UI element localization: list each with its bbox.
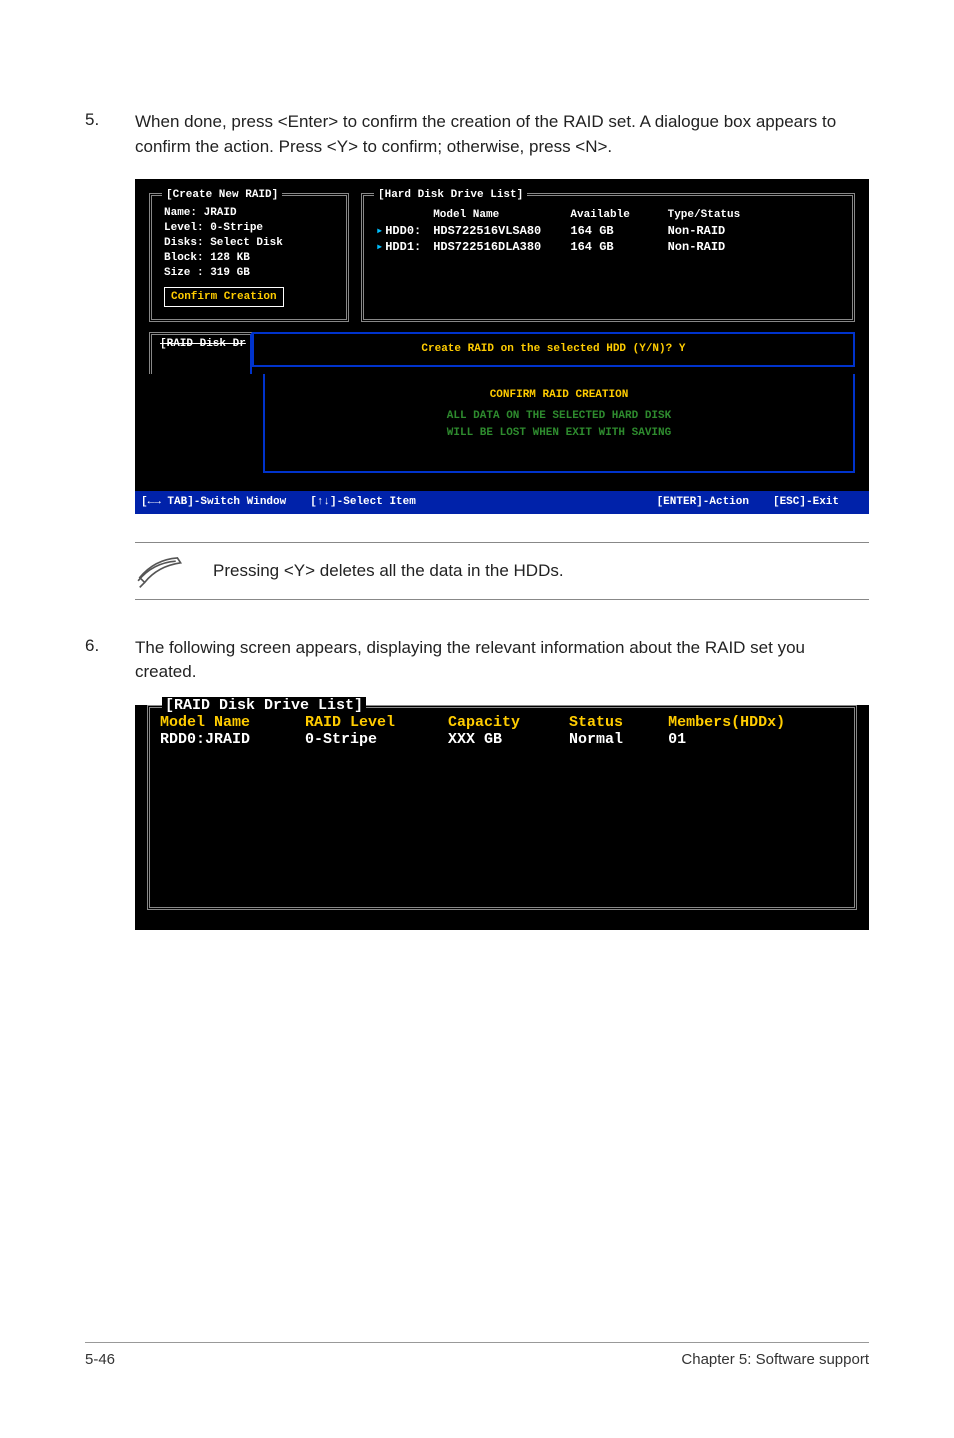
page-number: 5-46 — [85, 1351, 115, 1368]
hdr-model: Model Name — [160, 714, 296, 731]
raid-data-row: RDD0:JRAID 0-Stripe XXX GB Normal 01 — [160, 731, 844, 748]
confirmation-dialog: Create RAID on the selected HDD (Y/N)? Y — [252, 332, 855, 367]
note-callout: Pressing <Y> deletes all the data in the… — [135, 542, 869, 600]
note-text: Pressing <Y> deletes all the data in the… — [213, 561, 564, 581]
step5-text: When done, press <Enter> to confirm the … — [135, 110, 869, 159]
footer-esc: [ESC]-Exit — [773, 495, 839, 510]
warn-line2: ALL DATA ON THE SELECTED HARD DISK — [279, 409, 839, 424]
hdr-members: Members(HDDx) — [668, 714, 785, 731]
raid-list-title: [RAID Disk Drive List] — [162, 697, 366, 714]
hdr-available: Available — [570, 208, 660, 223]
hdd-row-1: ▸HDD1: HDS722516DLA380 164 GB Non-RAID — [376, 239, 840, 255]
footer-tab: [←→ TAB]-Switch Window — [141, 495, 286, 510]
hdd-list-title: [Hard Disk Drive List] — [374, 188, 527, 203]
console-footer-bar: [←→ TAB]-Switch Window [↑↓]-Select Item … — [135, 491, 869, 514]
field-level: Level: 0-Stripe — [164, 221, 334, 236]
note-icon — [135, 553, 187, 589]
console-screenshot-1: [Create New RAID] Name: JRAID Level: 0-S… — [135, 179, 869, 513]
cell-status: Normal — [569, 731, 659, 748]
cell-members: 01 — [668, 731, 686, 748]
step6-text: The following screen appears, displaying… — [135, 636, 869, 685]
chapter-label: Chapter 5: Software support — [681, 1351, 869, 1368]
warning-block: CONFIRM RAID CREATION ALL DATA ON THE SE… — [263, 374, 855, 473]
console-screenshot-2: [RAID Disk Drive List] Model Name RAID L… — [135, 705, 869, 930]
warn-line1: CONFIRM RAID CREATION — [279, 388, 839, 403]
hdr-status: Status — [569, 714, 659, 731]
confirm-creation-item: Confirm Creation — [164, 287, 284, 308]
field-size: Size : 319 GB — [164, 266, 334, 281]
step6-num: 6. — [85, 636, 135, 685]
footer-enter: [ENTER]-Action — [657, 495, 749, 510]
step-5: 5. When done, press <Enter> to confirm t… — [85, 110, 869, 159]
hdd-list-box: [Hard Disk Drive List] Model Name Availa… — [361, 193, 855, 322]
field-name: Name: JRAID — [164, 206, 334, 221]
hdd-header-row: Model Name Available Type/Status — [376, 206, 840, 223]
page-footer: 5-46 Chapter 5: Software support — [85, 1342, 869, 1368]
bullet-icon: ▸ — [376, 239, 383, 255]
hdr-capacity: Capacity — [448, 714, 560, 731]
hdd-row-0: ▸HDD0: HDS722516VLSA80 164 GB Non-RAID — [376, 223, 840, 239]
footer-select: [↑↓]-Select Item — [310, 495, 416, 510]
cell-capacity: XXX GB — [448, 731, 560, 748]
field-disks: Disks: Select Disk — [164, 236, 334, 251]
hdr-type: Type/Status — [668, 208, 758, 223]
step-6: 6. The following screen appears, display… — [85, 636, 869, 685]
bullet-icon: ▸ — [376, 223, 383, 239]
field-block: Block: 128 KB — [164, 251, 334, 266]
hdr-model: Model Name — [433, 208, 563, 223]
create-new-raid-box: [Create New RAID] Name: JRAID Level: 0-S… — [149, 193, 349, 322]
raid-header-row: Model Name RAID Level Capacity Status Me… — [160, 714, 844, 731]
warn-line3: WILL BE LOST WHEN EXIT WITH SAVING — [279, 426, 839, 441]
raid-disk-dr-fragment: [RAID Disk Dr — [149, 332, 252, 374]
step5-num: 5. — [85, 110, 135, 159]
hdr-level: RAID Level — [305, 714, 439, 731]
cell-level: 0-Stripe — [305, 731, 439, 748]
raid-disk-drive-list-box: [RAID Disk Drive List] Model Name RAID L… — [147, 705, 857, 910]
create-new-title: [Create New RAID] — [162, 188, 282, 203]
cell-model: RDD0:JRAID — [160, 731, 296, 748]
raid-dr-title: [RAID Disk Dr — [158, 338, 248, 350]
